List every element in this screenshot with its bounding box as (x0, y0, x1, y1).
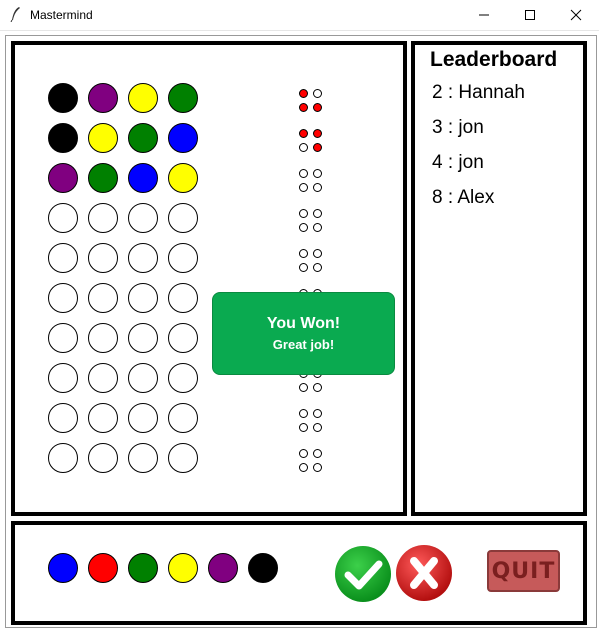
win-message: Great job! (272, 337, 335, 352)
palette-color-blue[interactable] (48, 553, 78, 583)
title-bar: Mastermind (0, 0, 599, 31)
leaderboard-panel (411, 41, 587, 516)
feedback-peg (313, 223, 322, 232)
feedback-peg (299, 169, 308, 178)
guess-peg (168, 443, 198, 473)
clear-button[interactable] (395, 544, 453, 602)
feedback-peg (299, 183, 308, 192)
feedback-peg (313, 463, 322, 472)
guess-peg (88, 363, 118, 393)
guess-peg (128, 443, 158, 473)
feather-icon (10, 7, 20, 22)
feedback-peg (313, 409, 322, 418)
win-title: You Won! (266, 315, 341, 332)
feedback-peg (299, 383, 308, 392)
close-icon (570, 9, 582, 21)
feedback-peg (299, 409, 308, 418)
quit-button[interactable]: QUIT (487, 550, 560, 592)
feedback-peg (299, 263, 308, 272)
guess-peg (128, 163, 158, 193)
leaderboard-entry: 4 : jon (432, 152, 484, 173)
feedback-peg (313, 169, 322, 178)
guess-peg (128, 323, 158, 353)
guess-peg (168, 363, 198, 393)
guess-peg (128, 403, 158, 433)
maximize-icon (525, 10, 535, 20)
guess-peg (48, 443, 78, 473)
guess-peg (168, 203, 198, 233)
minimize-button[interactable] (461, 0, 507, 30)
guess-peg (88, 123, 118, 153)
guess-peg (128, 83, 158, 113)
guess-peg (168, 243, 198, 273)
feedback-peg (313, 89, 322, 98)
guess-peg (48, 163, 78, 193)
leaderboard-entry: 8 : Alex (432, 187, 495, 208)
win-notification: You Won! Great job! (212, 292, 395, 375)
feedback-peg (299, 103, 308, 112)
minimize-icon (479, 14, 489, 16)
feedback-peg (299, 423, 308, 432)
feedback-peg (313, 143, 322, 152)
feedback-peg (299, 143, 308, 152)
guess-peg (168, 323, 198, 353)
guess-peg (48, 323, 78, 353)
feedback-peg (299, 249, 308, 258)
guess-peg (88, 203, 118, 233)
feedback-peg (313, 249, 322, 258)
feedback-peg (299, 449, 308, 458)
guess-peg (48, 363, 78, 393)
palette-color-green[interactable] (128, 553, 158, 583)
maximize-button[interactable] (507, 0, 553, 30)
guess-peg (168, 123, 198, 153)
palette-color-red[interactable] (88, 553, 118, 583)
quit-label: QUIT (491, 558, 556, 584)
feedback-peg (313, 423, 322, 432)
guess-peg (168, 283, 198, 313)
guess-peg (168, 403, 198, 433)
feedback-peg (313, 263, 322, 272)
guess-peg (88, 403, 118, 433)
guess-peg (128, 283, 158, 313)
palette-color-black[interactable] (248, 553, 278, 583)
feedback-peg (299, 129, 308, 138)
feedback-peg (313, 383, 322, 392)
feedback-peg (313, 183, 322, 192)
feedback-peg (299, 223, 308, 232)
guess-peg (128, 243, 158, 273)
guess-peg (88, 323, 118, 353)
palette-color-purple[interactable] (208, 553, 238, 583)
feedback-peg (299, 89, 308, 98)
guess-peg (88, 163, 118, 193)
guess-peg (48, 123, 78, 153)
guess-peg (88, 443, 118, 473)
guess-peg (128, 123, 158, 153)
guess-peg (48, 403, 78, 433)
guess-peg (88, 283, 118, 313)
guess-peg (168, 163, 198, 193)
guess-peg (128, 203, 158, 233)
window-title: Mastermind (30, 8, 93, 22)
leaderboard-title: Leaderboard (430, 48, 558, 71)
guess-peg (168, 83, 198, 113)
leaderboard-entry: 2 : Hannah (432, 82, 525, 103)
guess-peg (48, 203, 78, 233)
feedback-peg (299, 209, 308, 218)
confirm-button[interactable] (334, 545, 392, 603)
guess-peg (88, 243, 118, 273)
guess-peg (128, 363, 158, 393)
feedback-peg (313, 129, 322, 138)
close-window-button[interactable] (553, 0, 599, 30)
leaderboard-entry: 3 : jon (432, 117, 484, 138)
check-icon (335, 546, 391, 602)
feedback-peg (313, 103, 322, 112)
feedback-peg (299, 463, 308, 472)
guess-peg (48, 83, 78, 113)
guess-peg (48, 283, 78, 313)
feedback-peg (313, 449, 322, 458)
guess-peg (88, 83, 118, 113)
guess-peg (48, 243, 78, 273)
palette-color-yellow[interactable] (168, 553, 198, 583)
feedback-peg (313, 209, 322, 218)
